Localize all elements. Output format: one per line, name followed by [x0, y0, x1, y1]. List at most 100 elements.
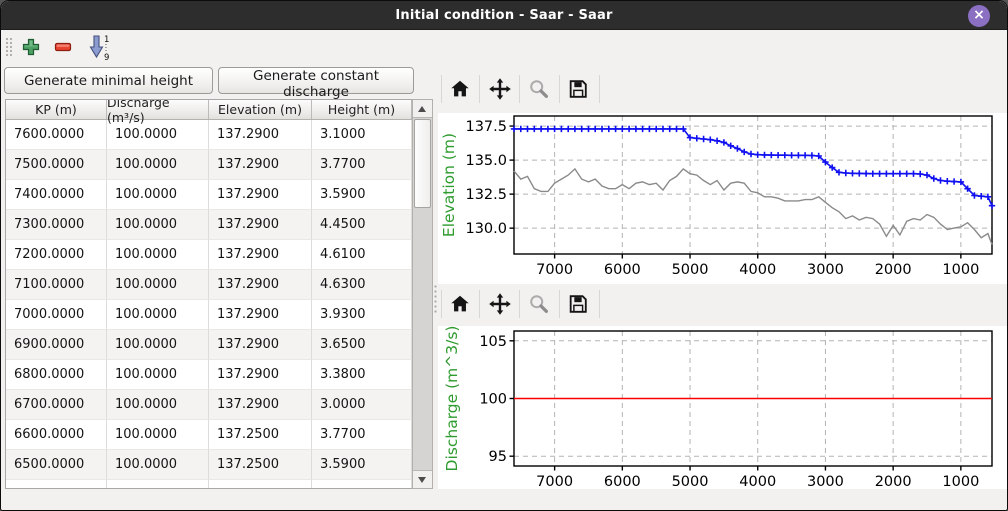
elevation-chart[interactable]: 7000600050004000300020001000137.5135.013… — [438, 113, 1007, 284]
table-cell[interactable]: 100.0000 — [107, 210, 209, 240]
table-row[interactable]: 6700.0000100.0000137.29003.0000 — [6, 390, 412, 420]
table-cell[interactable]: 100.0000 — [107, 330, 209, 360]
table-cell[interactable]: 3.6500 — [312, 330, 412, 360]
table-cell[interactable]: 137.2900 — [209, 270, 312, 300]
table-cell[interactable]: 3.7700 — [312, 150, 412, 180]
table-cell[interactable]: 3.1000 — [312, 120, 412, 150]
table-cell[interactable]: 6600.0000 — [6, 420, 107, 450]
table-cell[interactable]: 3.0000 — [312, 390, 412, 420]
table-cell[interactable]: 6700.0000 — [6, 390, 107, 420]
table-cell[interactable]: 137.2500 — [209, 420, 312, 450]
table-cell[interactable]: 100.0000 — [107, 300, 209, 330]
titlebar[interactable]: Initial condition - Saar - Saar × — [1, 1, 1007, 30]
table-cell[interactable]: 100.0000 — [107, 270, 209, 300]
home-button[interactable] — [449, 293, 471, 315]
table-cell[interactable]: 7000.0000 — [6, 300, 107, 330]
table-cell[interactable]: 7200.0000 — [6, 240, 107, 270]
pan-button[interactable] — [488, 292, 512, 316]
x-tick-label: 5000 — [672, 474, 709, 489]
zoom-button[interactable] — [528, 293, 550, 315]
home-button[interactable] — [449, 78, 471, 100]
table-cell[interactable]: 137.2900 — [209, 240, 312, 270]
table-row[interactable]: 6500.0000100.0000137.25003.5900 — [6, 450, 412, 480]
table-cell[interactable]: 3.3800 — [312, 360, 412, 390]
generate-constant-discharge-button[interactable]: Generate constant discharge — [218, 67, 414, 94]
table-row[interactable]: 6900.0000100.0000137.29003.6500 — [6, 330, 412, 360]
table-row[interactable]: 7600.0000100.0000137.29003.1000 — [6, 120, 412, 150]
remove-row-button[interactable] — [53, 37, 73, 57]
table-scrollbar[interactable] — [412, 99, 433, 489]
close-button[interactable]: × — [968, 5, 990, 27]
table-cell[interactable]: 7600.0000 — [6, 120, 107, 150]
table-row[interactable]: 6600.0000100.0000137.25003.7700 — [6, 420, 412, 450]
table-cell[interactable]: 137.2500 — [209, 450, 312, 480]
table-cell[interactable]: 3.5900 — [312, 180, 412, 210]
table-cell[interactable]: 3.7700 — [312, 420, 412, 450]
x-tick-label: 5000 — [672, 262, 709, 278]
table-row[interactable]: 7500.0000100.0000137.29003.7700 — [6, 150, 412, 180]
table-cell[interactable]: 137.2900 — [209, 150, 312, 180]
save-button[interactable] — [567, 78, 589, 100]
statusbar — [1, 489, 1007, 510]
column-header-height[interactable]: Height (m) — [312, 100, 412, 119]
y-tick-label: 100 — [479, 392, 507, 408]
table-cell[interactable]: 137.2900 — [209, 330, 312, 360]
table-cell[interactable]: 137.2900 — [209, 210, 312, 240]
table-cell[interactable]: 100.0000 — [107, 240, 209, 270]
table-row[interactable]: 7000.0000100.0000137.29003.9300 — [6, 300, 412, 330]
table-row-partial[interactable] — [6, 480, 412, 489]
table-cell[interactable]: 4.6300 — [312, 270, 412, 300]
series-bed-elevation — [514, 169, 992, 245]
scroll-down-button[interactable] — [413, 470, 432, 488]
save-button[interactable] — [567, 293, 589, 315]
table-cell[interactable]: 137.2900 — [209, 390, 312, 420]
pan-button[interactable] — [488, 77, 512, 101]
x-tick-label: 6000 — [604, 262, 641, 278]
initial-condition-table: KP (m) Discharge (m³/s) Elevation (m) He… — [5, 99, 412, 489]
table-cell[interactable]: 100.0000 — [107, 180, 209, 210]
table-cell[interactable]: 137.2900 — [209, 300, 312, 330]
vertical-splitter-handle[interactable] — [433, 284, 438, 314]
y-tick-label: 130.0 — [465, 221, 507, 237]
table-cell[interactable]: 137.2900 — [209, 180, 312, 210]
column-header-kp[interactable]: KP (m) — [6, 100, 107, 119]
sort-top-label: 1 — [104, 35, 109, 45]
table-cell[interactable]: 6500.0000 — [6, 450, 107, 480]
column-header-discharge[interactable]: Discharge (m³/s) — [107, 100, 209, 119]
table-cell[interactable]: 7100.0000 — [6, 270, 107, 300]
x-tick-label: 7000 — [536, 474, 573, 489]
table-cell[interactable]: 100.0000 — [107, 420, 209, 450]
table-cell[interactable]: 6900.0000 — [6, 330, 107, 360]
zoom-button[interactable] — [528, 78, 550, 100]
table-cell[interactable]: 137.2900 — [209, 120, 312, 150]
column-header-elevation[interactable]: Elevation (m) — [209, 100, 312, 119]
table-cell[interactable]: 7500.0000 — [6, 150, 107, 180]
table-cell[interactable]: 100.0000 — [107, 120, 209, 150]
scroll-up-button[interactable] — [413, 100, 432, 118]
table-row[interactable]: 7200.0000100.0000137.29004.6100 — [6, 240, 412, 270]
table-cell[interactable]: 3.5900 — [312, 450, 412, 480]
table-cell[interactable]: 100.0000 — [107, 150, 209, 180]
pan-arrows-icon — [489, 293, 511, 315]
table-cell[interactable]: 137.2900 — [209, 360, 312, 390]
table-cell[interactable]: 100.0000 — [107, 360, 209, 390]
table-cell[interactable]: 100.0000 — [107, 450, 209, 480]
table-row[interactable]: 7300.0000100.0000137.29004.4500 — [6, 210, 412, 240]
sort-button[interactable]: 1 9 — [87, 34, 113, 62]
table-row[interactable]: 7100.0000100.0000137.29004.6300 — [6, 270, 412, 300]
table-cell[interactable]: 7400.0000 — [6, 180, 107, 210]
scrollbar-thumb[interactable] — [414, 119, 431, 208]
discharge-chart[interactable]: 700060005000400030002000100010510095Disc… — [438, 326, 1007, 489]
table-row[interactable]: 6800.0000100.0000137.29003.3800 — [6, 360, 412, 390]
table-cell[interactable]: 3.9300 — [312, 300, 412, 330]
table-cell[interactable]: 7300.0000 — [6, 210, 107, 240]
table-cell[interactable]: 100.0000 — [107, 390, 209, 420]
add-row-button[interactable] — [21, 37, 41, 57]
table-cell[interactable]: 4.6100 — [312, 240, 412, 270]
toolbar-drag-handle[interactable] — [5, 37, 12, 58]
table-row[interactable]: 7400.0000100.0000137.29003.5900 — [6, 180, 412, 210]
table-cell[interactable]: 4.4500 — [312, 210, 412, 240]
table-cell[interactable]: 6800.0000 — [6, 360, 107, 390]
generate-minimal-height-button[interactable]: Generate minimal height — [4, 67, 213, 94]
window-title: Initial condition - Saar - Saar — [1, 1, 1007, 30]
